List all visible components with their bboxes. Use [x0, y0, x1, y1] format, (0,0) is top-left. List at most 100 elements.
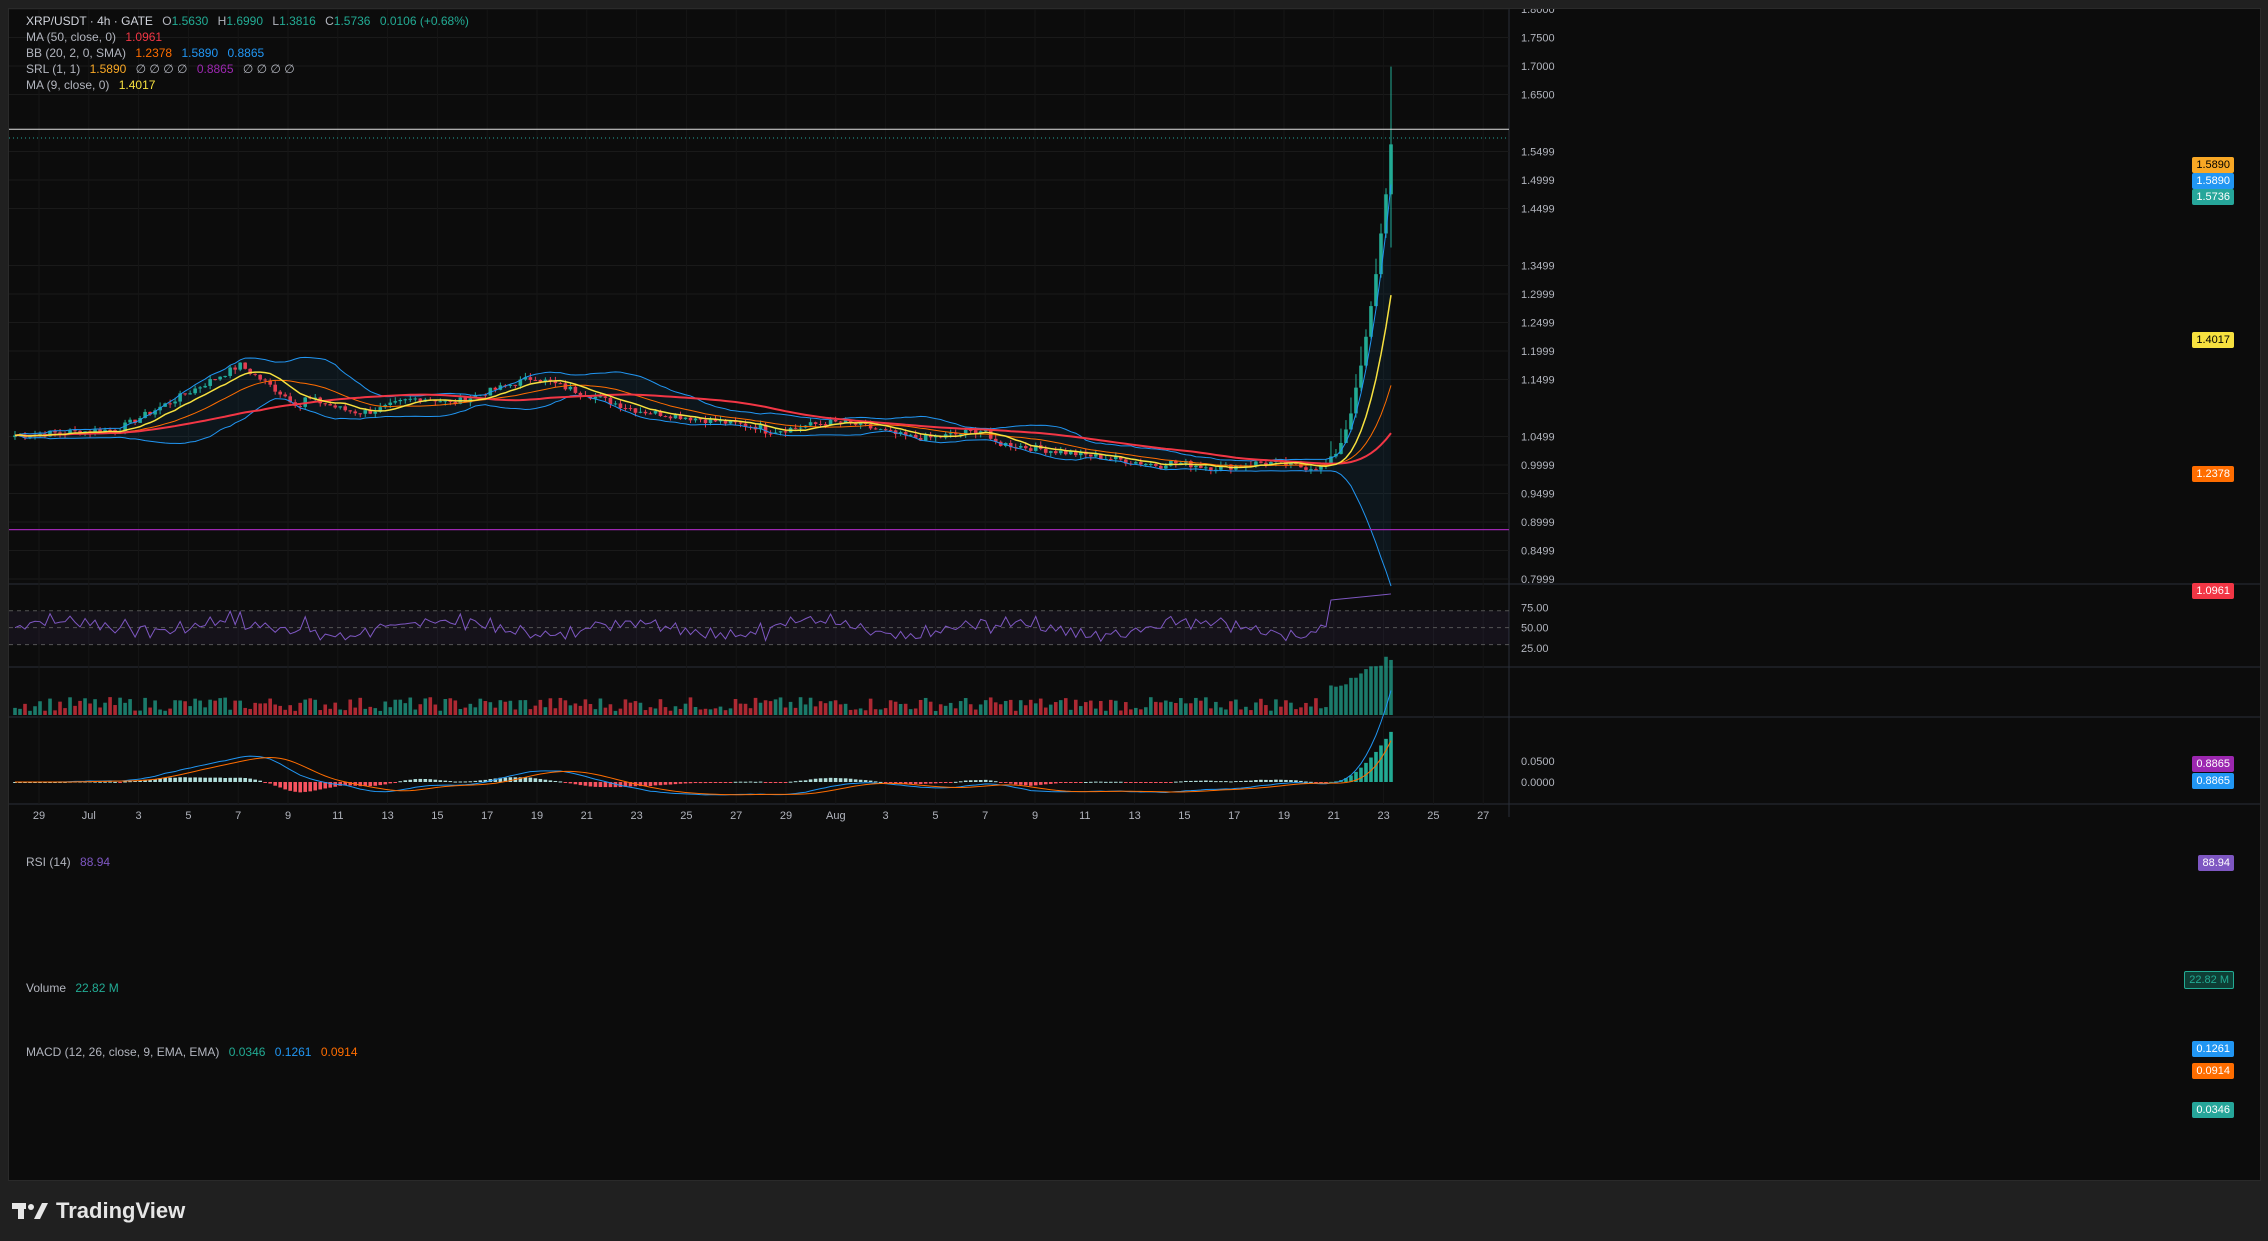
volume-bar [408, 697, 413, 715]
volume-bar [383, 701, 388, 715]
time-axis-tick-10: 19 [531, 810, 543, 822]
macd-histogram-bar [718, 782, 723, 783]
macd-histogram-bar [1299, 780, 1303, 782]
macd-histogram-bar [478, 780, 483, 782]
volume-bar [1359, 673, 1363, 715]
volume-bar [1199, 700, 1203, 715]
macd-histogram-bar [248, 778, 252, 782]
macd-histogram-bar [618, 782, 623, 788]
volume-bar [743, 703, 748, 715]
volume-bar [243, 707, 247, 715]
macd-histogram-bar [458, 781, 463, 783]
srl-empty-values-1: ∅ ∅ ∅ ∅ [135, 62, 188, 76]
macd-histogram-bar [1088, 781, 1093, 783]
volume-bar [978, 704, 983, 715]
volume-bar [1279, 706, 1283, 715]
legend-srl-row[interactable]: SRL (1, 1) 1.5890 ∅ ∅ ∅ ∅ 0.8865 ∅ ∅ ∅ ∅ [26, 61, 301, 77]
macd-histogram-bar [218, 777, 222, 782]
volume-bar [903, 703, 908, 715]
volume-bar [1119, 710, 1123, 715]
macd-histogram-bar [848, 778, 853, 782]
price-axis-tick-9: 1.2499 [1521, 318, 1555, 330]
legend-ma50-row[interactable]: MA (50, close, 0) 1.0961 [26, 29, 168, 45]
volume-bar [908, 709, 913, 715]
macd-histogram-bar [1149, 782, 1153, 783]
volume-bar [778, 697, 783, 715]
time-axis-tick-18: 5 [932, 810, 938, 822]
volume-bar [1154, 701, 1158, 715]
macd-histogram-bar [1379, 745, 1383, 782]
symbol-label[interactable]: XRP/USDT · 4h · GATE [26, 14, 153, 28]
volume-bar [653, 708, 658, 715]
macd-histogram-bar [213, 777, 217, 782]
macd-legend[interactable]: MACD (12, 26, close, 9, EMA, EMA) 0.0346… [26, 1045, 364, 1059]
macd-histogram-bar [918, 782, 923, 785]
close-price-tag: 1.5736 [2192, 189, 2234, 205]
volume-bar [1274, 699, 1278, 715]
volume-bar [1139, 709, 1143, 715]
macd-histogram-bar [308, 782, 313, 792]
ma50-price-tag: 1.0961 [2192, 583, 2234, 599]
macd-histogram-bar [593, 782, 598, 787]
volume-bar [673, 706, 678, 715]
legend-ma9-row[interactable]: MA (9, close, 0) 1.4017 [26, 77, 161, 93]
volume-legend[interactable]: Volume 22.82 M [26, 981, 125, 995]
macd-histogram-bar [298, 782, 303, 793]
volume-bar [488, 702, 493, 715]
srl-label: SRL (1, 1) [26, 62, 81, 76]
chart-frame[interactable]: 1.8000 1.7500 1.7000 1.6500 1.5499 1.4999 1.44… [8, 8, 2261, 1181]
volume-bar [418, 704, 423, 715]
macd-histogram-bar [1199, 780, 1203, 782]
footer-bar: TradingView [0, 1181, 2268, 1241]
macd-histogram-bar [223, 778, 227, 782]
time-axis-tick-4: 7 [235, 810, 241, 822]
macd-histogram-bar [833, 777, 838, 782]
time-axis-tick-1: Jul [82, 810, 96, 822]
macd-histogram-bar [118, 782, 122, 783]
macd-histogram-bar [313, 782, 318, 791]
volume-bar [1068, 709, 1073, 715]
macd-histogram-bar [1244, 780, 1248, 782]
volume-bar [68, 697, 72, 715]
macd-histogram-bar [738, 781, 743, 783]
srl-value-1: 1.5890 [89, 62, 127, 76]
volume-bar [643, 710, 648, 715]
macd-histogram-bar [1078, 782, 1083, 783]
macd-histogram-bar [1274, 779, 1278, 782]
volume-bar [1249, 710, 1253, 715]
volume-bar [423, 698, 428, 715]
rsi-legend[interactable]: RSI (14) 88.94 [26, 855, 116, 869]
candle-body [1359, 365, 1363, 388]
macd-histogram-bar [548, 780, 553, 782]
volume-bar [1149, 697, 1153, 715]
volume-bar [323, 704, 328, 715]
macd-histogram-bar [1093, 781, 1098, 783]
macd-histogram-bar [1018, 782, 1023, 785]
volume-bar [788, 701, 793, 715]
volume-bar [453, 700, 458, 715]
volume-bar [873, 709, 878, 715]
volume-bar [18, 708, 22, 715]
volume-bar [708, 709, 713, 715]
volume-bar [1304, 702, 1308, 715]
volume-bar [1164, 700, 1168, 715]
macd-histogram-bar [468, 781, 473, 783]
macd-signal-price-tag: 0.0914 [2192, 1063, 2234, 1079]
volume-bar [1354, 677, 1358, 715]
macd-axis-tick-1: 0.0000 [1521, 777, 1555, 789]
volume-bar [138, 710, 142, 715]
volume-bar [483, 701, 488, 715]
macd-histogram-bar [988, 780, 993, 782]
macd-histogram-bar [1013, 782, 1018, 785]
volume-bar [1194, 697, 1198, 715]
volume-bar [1179, 698, 1183, 715]
time-axis-tick-22: 13 [1128, 810, 1140, 822]
chart-canvas[interactable]: 1.8000 1.7500 1.7000 1.6500 1.5499 1.4999 1.44… [9, 9, 2260, 1180]
macd-histogram-bar [658, 782, 663, 786]
legend-bb-row[interactable]: BB (20, 2, 0, SMA) 1.2378 1.5890 0.8865 [26, 45, 270, 61]
volume-bar [263, 703, 267, 715]
macd-histogram-bar [1259, 779, 1263, 782]
tradingview-logo[interactable]: TradingView [12, 1198, 185, 1224]
volume-bar [518, 700, 523, 715]
volume-bar [1018, 700, 1023, 715]
